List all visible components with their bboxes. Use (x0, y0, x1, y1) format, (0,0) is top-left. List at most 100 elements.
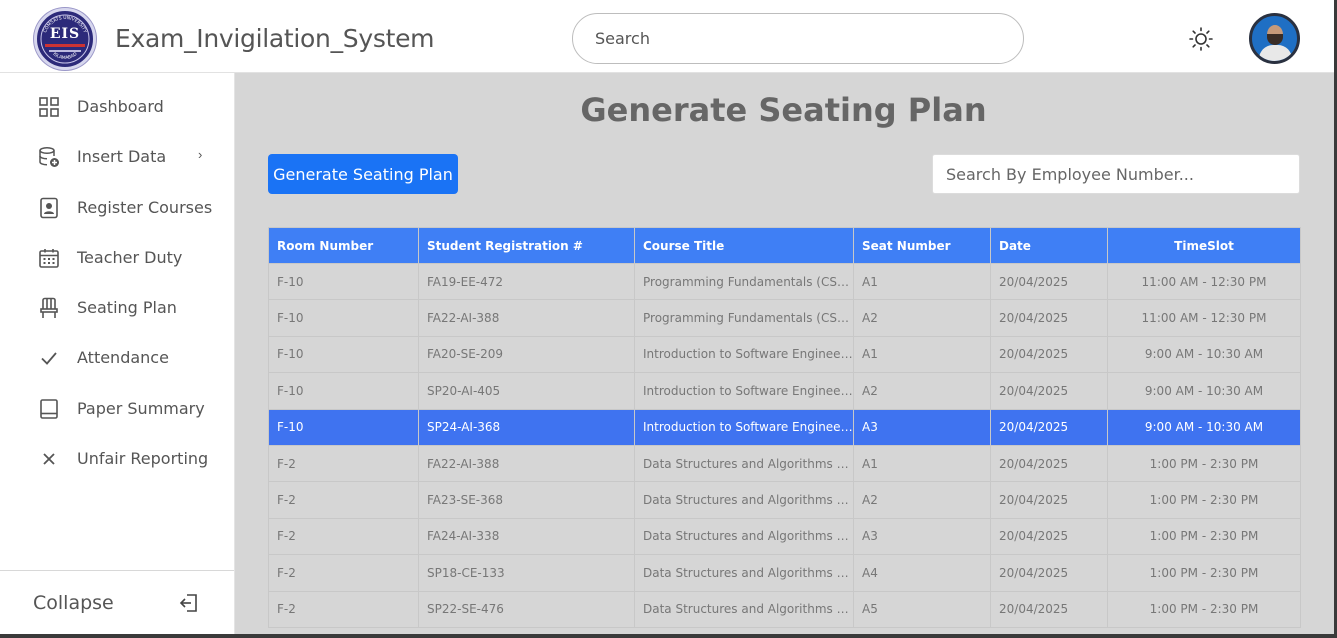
sidebar-item-label: Unfair Reporting (77, 449, 209, 468)
sidebar-item-label: Paper Summary (77, 399, 205, 418)
column-header[interactable]: Date (990, 227, 1108, 264)
table-cell: 11:00 AM - 12:30 PM (1107, 262, 1301, 301)
table-cell: 9:00 AM - 10:30 AM (1107, 335, 1301, 374)
table-cell: FA20-SE-209 (418, 335, 635, 374)
table-cell: 1:00 PM - 2:30 PM (1107, 554, 1301, 592)
window-frame-edge (0, 634, 1337, 638)
sidebar-item-label: Attendance (77, 348, 169, 367)
app-title: Exam_Invigilation_System (115, 24, 435, 53)
sidebar-item-register-courses[interactable]: Register Courses (0, 186, 234, 230)
table-cell: F-10 (268, 408, 419, 446)
table-cell: SP22-SE-476 (418, 590, 635, 628)
sidebar-collapse-button[interactable]: Collapse (0, 570, 234, 634)
chevron-right-icon[interactable]: › (198, 147, 202, 162)
table-cell: FA24-AI-338 (418, 517, 635, 556)
table-row[interactable]: F-2 FA23-SE-368 Data Structures and Algori… (268, 481, 1301, 519)
table-cell: F-2 (268, 444, 419, 483)
table-cell: 20/04/2025 (990, 372, 1108, 410)
table-row[interactable]: F-10 FA19-EE-472 Programming Fundamentals … (268, 262, 1301, 301)
table-row[interactable]: F-2 FA22-AI-388 Data Structures and Algori… (268, 444, 1301, 483)
sidebar-item-label: Insert Data (77, 147, 167, 166)
table-row[interactable]: F-2 FA24-AI-338 Data Structures and Algori… (268, 517, 1301, 556)
table-cell: 20/04/2025 (990, 299, 1108, 337)
table-row[interactable]: F-2 SP18-CE-133 Data Structures and Algori… (268, 554, 1301, 592)
generate-seating-plan-button[interactable]: Generate Seating Plan (268, 154, 458, 194)
table-cell: F-2 (268, 481, 419, 519)
sidebar-item-attendance[interactable]: Attendance (0, 336, 234, 380)
table-cell: F-10 (268, 372, 419, 410)
sidebar-item-teacher-duty[interactable]: Teacher Duty (0, 236, 234, 280)
university-logo[interactable]: COMSATS UNIVERSITY ISLAMABAD EIS (34, 8, 96, 70)
sun-icon[interactable] (1188, 26, 1214, 52)
sidebar-item-seating-plan[interactable]: Seating Plan (0, 286, 234, 330)
main-content: Generate Seating Plan Generate Seating P… (235, 73, 1334, 634)
table-cell: A2 (853, 299, 991, 337)
sidebar-item-label: Dashboard (77, 97, 164, 116)
sidebar-item-paper-summary[interactable]: Paper Summary (0, 387, 234, 431)
table-cell: 20/04/2025 (990, 590, 1108, 628)
table-cell: 20/04/2025 (990, 408, 1108, 446)
table-row[interactable]: F-10 SP20-AI-405 Introduction to Software … (268, 372, 1301, 410)
table-cell: Data Structures and Algorithms (C... (634, 590, 854, 628)
table-row[interactable]: F-10 SP24-AI-368 Introduction to Software … (268, 408, 1301, 446)
column-header[interactable]: Seat Number (853, 227, 991, 264)
table-row[interactable]: F-2 SP22-SE-476 Data Structures and Algori… (268, 590, 1301, 628)
chair-icon (40, 297, 58, 318)
page-title: Generate Seating Plan (580, 91, 987, 129)
table-cell: 20/04/2025 (990, 444, 1108, 483)
table-cell: F-2 (268, 554, 419, 592)
table-header-row: Room Number Student Registration # Cours… (268, 227, 1301, 264)
table-row[interactable]: F-10 FA20-SE-209 Introduction to Software … (268, 335, 1301, 374)
table-cell: Data Structures and Algorithms (C... (634, 481, 854, 519)
table-cell: 20/04/2025 (990, 554, 1108, 592)
table-cell: Programming Fundamentals (CSC... (634, 299, 854, 337)
table-cell: Introduction to Software Engineeri... (634, 335, 854, 374)
table-cell: 11:00 AM - 12:30 PM (1107, 299, 1301, 337)
sidebar-item-unfair-reporting[interactable]: Unfair Reporting (0, 437, 234, 481)
sidebar-item-label: Seating Plan (77, 298, 177, 317)
column-header[interactable]: Student Registration # (418, 227, 635, 264)
table-cell: A1 (853, 262, 991, 301)
table-cell: 1:00 PM - 2:30 PM (1107, 444, 1301, 483)
table-cell: A2 (853, 481, 991, 519)
table-cell: A1 (853, 444, 991, 483)
x-icon (43, 453, 55, 465)
table-cell: F-10 (268, 299, 419, 337)
table-cell: SP20-AI-405 (418, 372, 635, 410)
table-cell: A1 (853, 335, 991, 374)
svg-text:ISLAMABAD: ISLAMABAD (52, 51, 79, 61)
dashboard-grid-icon (39, 97, 59, 117)
table-cell: Introduction to Software Engineeri... (634, 408, 854, 446)
table-cell: 20/04/2025 (990, 481, 1108, 519)
employee-search-input[interactable] (932, 154, 1300, 194)
table-cell: Programming Fundamentals (CSC... (634, 262, 854, 301)
table-cell: SP18-CE-133 (418, 554, 635, 592)
sidebar-item-insert-data[interactable]: Insert Data › (0, 135, 234, 179)
table-cell: Introduction to Software Engineeri... (634, 372, 854, 410)
global-search-input[interactable] (572, 13, 1024, 64)
calendar-icon (39, 249, 59, 268)
table-cell: A5 (853, 590, 991, 628)
logo-stripe-2 (49, 50, 81, 52)
sidebar-item-label: Teacher Duty (77, 248, 183, 267)
table-cell: A2 (853, 372, 991, 410)
table-cell: SP24-AI-368 (418, 408, 635, 446)
column-header[interactable]: Room Number (268, 227, 419, 264)
table-cell: Data Structures and Algorithms (C... (634, 444, 854, 483)
table-cell: F-10 (268, 262, 419, 301)
table-cell: FA22-AI-388 (418, 444, 635, 483)
column-header[interactable]: TimeSlot (1107, 227, 1301, 264)
table-cell: F-10 (268, 335, 419, 374)
sidebar-item-dashboard[interactable]: Dashboard (0, 85, 234, 129)
column-header[interactable]: Course Title (634, 227, 854, 264)
table-cell: FA19-EE-472 (418, 262, 635, 301)
table-cell: F-2 (268, 517, 419, 556)
table-cell: FA23-SE-368 (418, 481, 635, 519)
table-row[interactable]: F-10 FA22-AI-388 Programming Fundamentals … (268, 299, 1301, 337)
table-cell: Data Structures and Algorithms (C... (634, 554, 854, 592)
user-avatar[interactable] (1249, 13, 1300, 64)
table-cell: 1:00 PM - 2:30 PM (1107, 517, 1301, 556)
table-cell: 1:00 PM - 2:30 PM (1107, 481, 1301, 519)
sidebar-item-label: Register Courses (77, 198, 213, 217)
logout-icon (179, 594, 197, 612)
